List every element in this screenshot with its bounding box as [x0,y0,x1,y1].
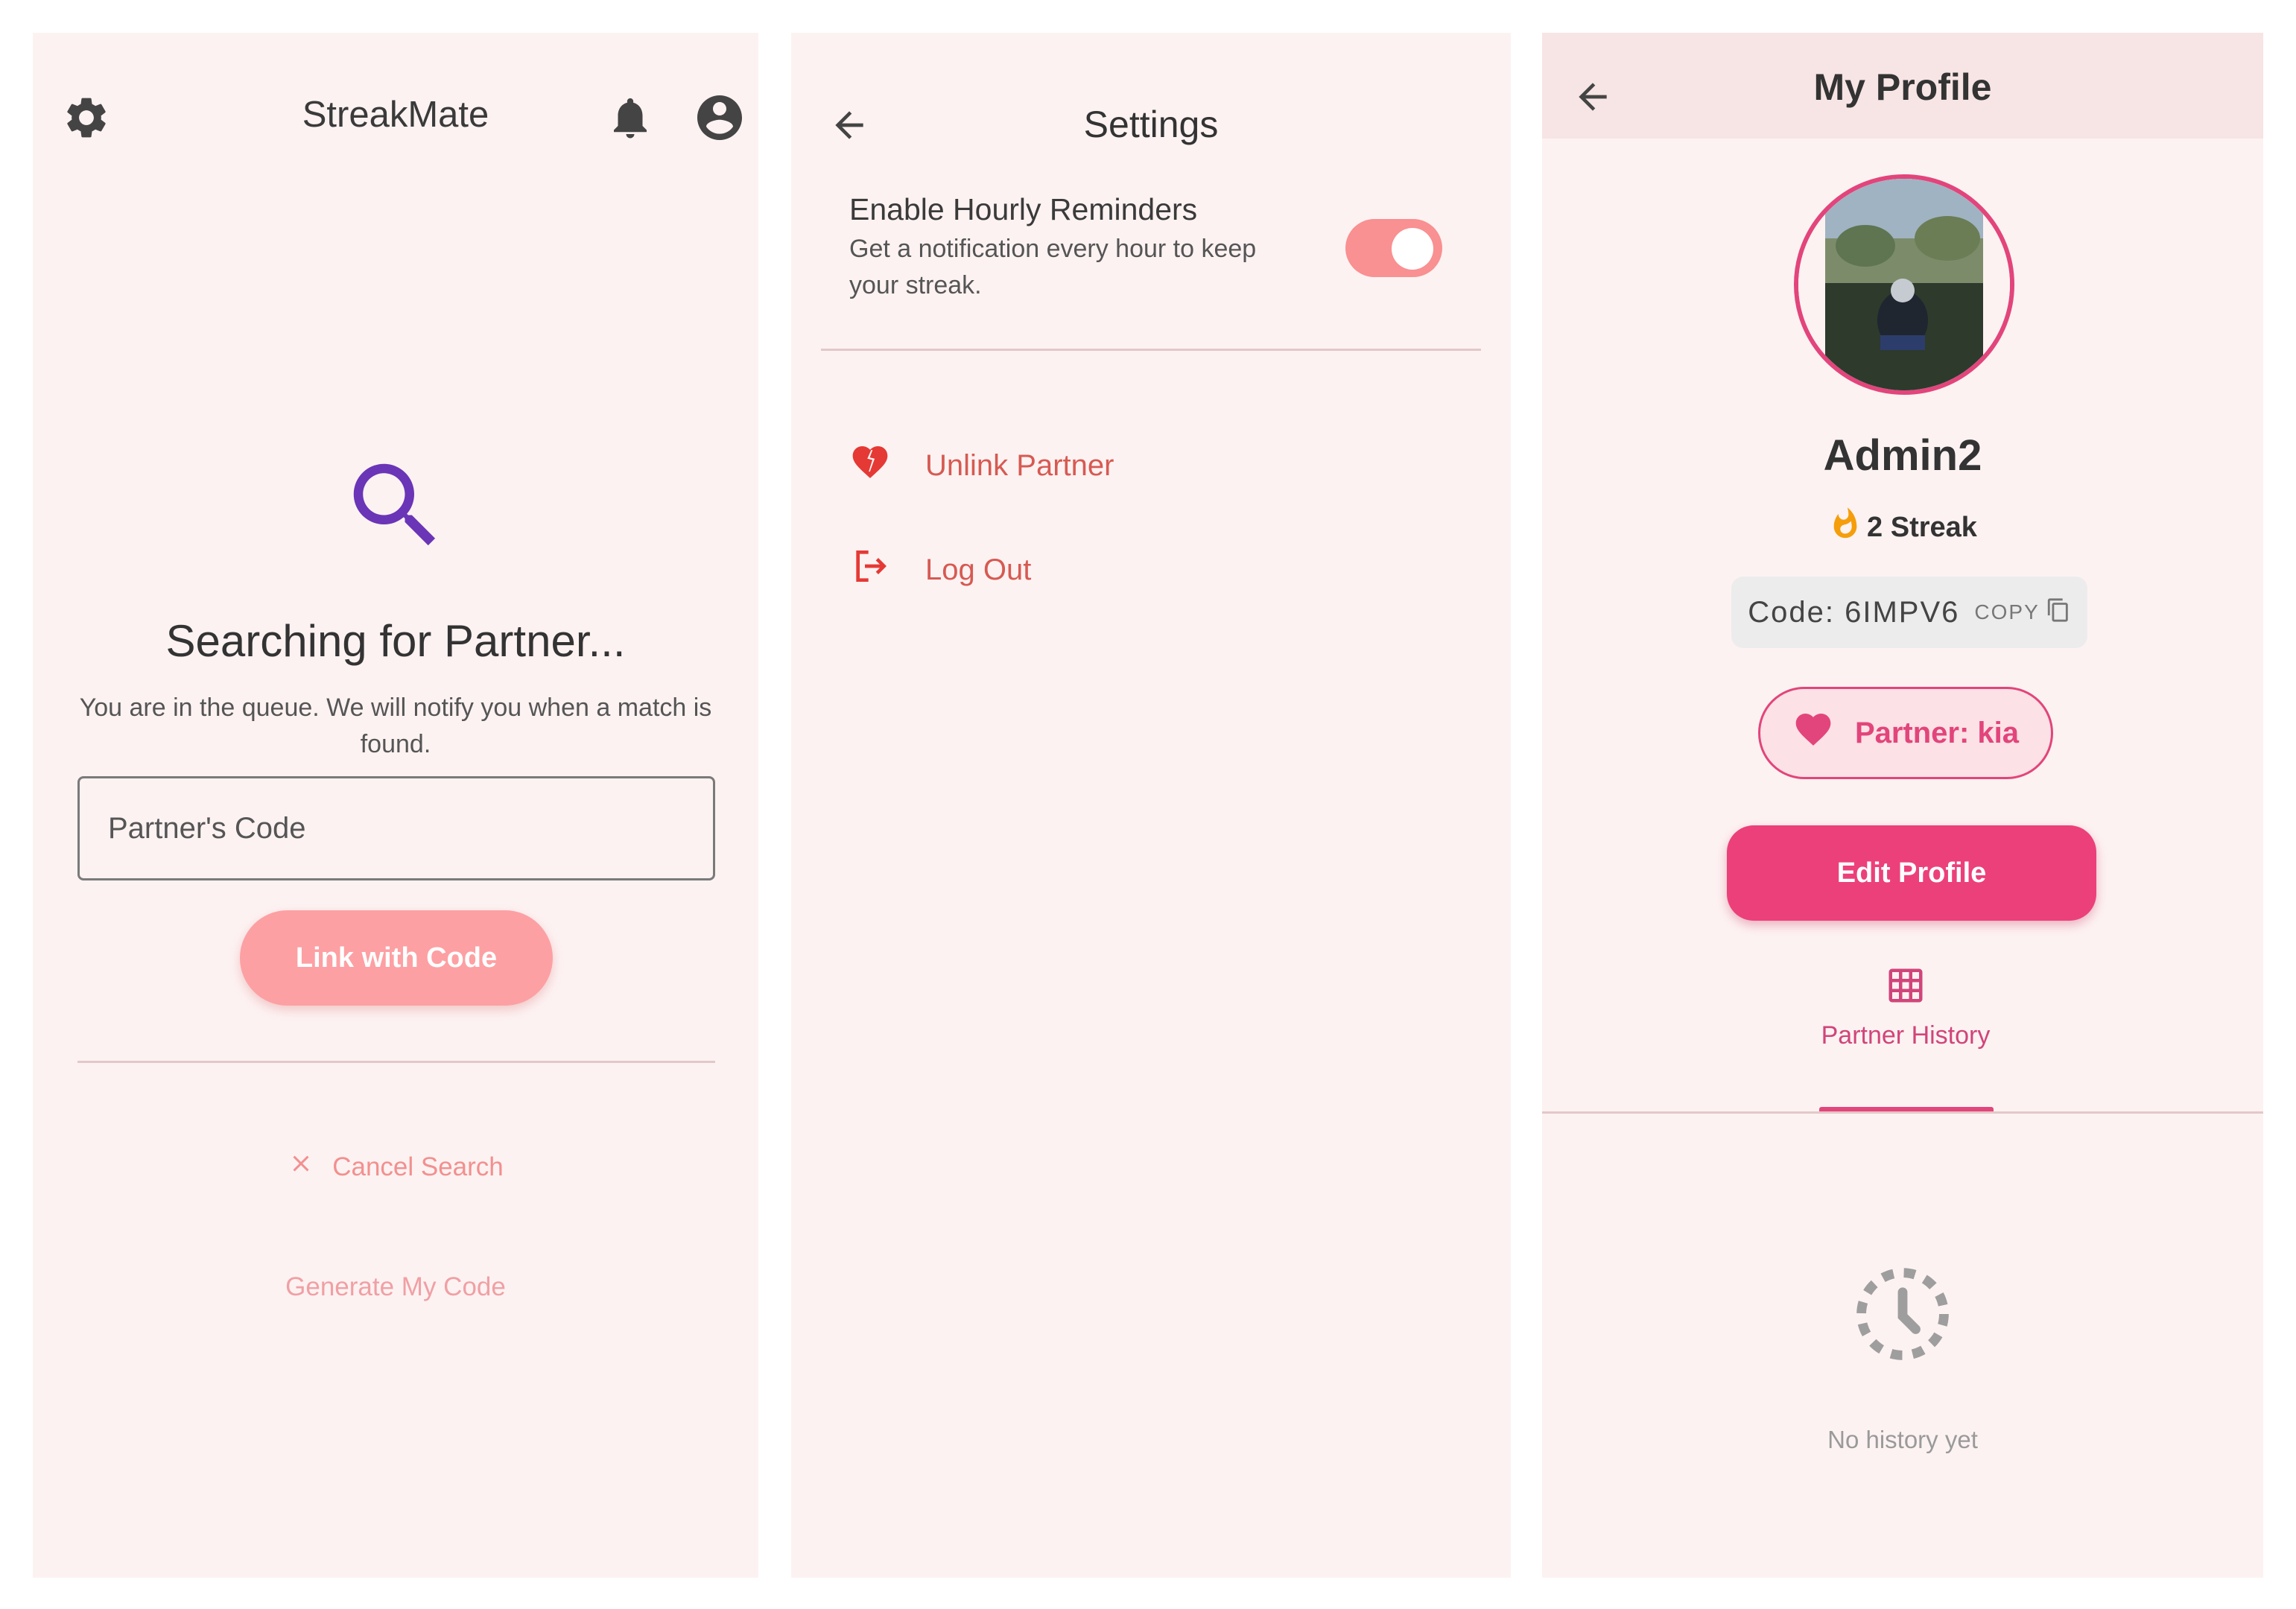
history-clock-icon [1851,1262,1955,1366]
search-icon [340,450,451,562]
unlink-partner-item[interactable]: Unlink Partner [849,441,1114,490]
cancel-search-label: Cancel Search [332,1152,504,1181]
unlink-partner-label: Unlink Partner [925,448,1114,482]
copy-code-button[interactable]: COPY [1974,597,2070,628]
logout-icon [849,545,891,594]
profile-screen: My Profile Admin2 2 Streak Code: 6IMPV6 … [1542,33,2263,1578]
edit-profile-button[interactable]: Edit Profile [1727,825,2096,921]
empty-history-text: No history yet [1827,1426,1978,1453]
streak-label: 2 Streak [1867,511,1977,543]
broken-heart-icon [849,441,891,490]
close-icon [288,1150,314,1184]
copy-icon [2046,597,2071,628]
username: Admin2 [1823,431,1982,480]
fire-icon [1828,507,1862,548]
divider [77,1061,715,1063]
hourly-reminders-description: Get a notification every hour to keep yo… [849,235,1257,300]
divider [821,349,1481,351]
partner-label: Partner: kia [1854,716,2020,749]
account-circle-icon[interactable] [687,85,752,150]
hourly-reminders-label: Enable Hourly Reminders [849,192,1198,226]
bell-icon[interactable] [599,86,662,149]
profile-photo [1798,179,2010,390]
page-title: Settings [1083,104,1219,145]
partner-search-screen: StreakMate Searching for Partner... You … [33,33,758,1578]
generate-my-code-link[interactable]: Generate My Code [33,1272,758,1302]
partner-chip[interactable]: Partner: kia [1758,687,2053,779]
avatar[interactable] [1794,174,2014,395]
toggle-knob [1392,228,1433,270]
copy-label: COPY [1974,600,2040,623]
queue-subtitle: You are in the queue. We will notify you… [79,694,712,759]
log-out-item[interactable]: Log Out [849,545,1031,594]
page-title: My Profile [1813,66,1992,108]
partner-code-input[interactable] [77,776,715,880]
heart-icon [1792,708,1834,758]
tab-partner-history[interactable]: Partner History [1801,965,2010,1111]
hourly-reminders-toggle[interactable] [1345,219,1442,277]
tab-label: Partner History [1821,1021,1991,1050]
partner-code-chip: Code: 6IMPV6 COPY [1731,577,2087,648]
cancel-search-button[interactable]: Cancel Search [33,1150,758,1184]
code-text: Code: 6IMPV6 [1748,595,1960,629]
searching-heading: Searching for Partner... [165,616,626,666]
link-with-code-button[interactable]: Link with Code [240,910,553,1006]
log-out-label: Log Out [925,553,1032,586]
streak-display: 2 Streak [1542,507,2263,548]
divider [1542,1111,2263,1114]
settings-screen: Settings Enable Hourly Reminders Get a n… [791,33,1511,1578]
grid-icon [1886,965,1926,1009]
